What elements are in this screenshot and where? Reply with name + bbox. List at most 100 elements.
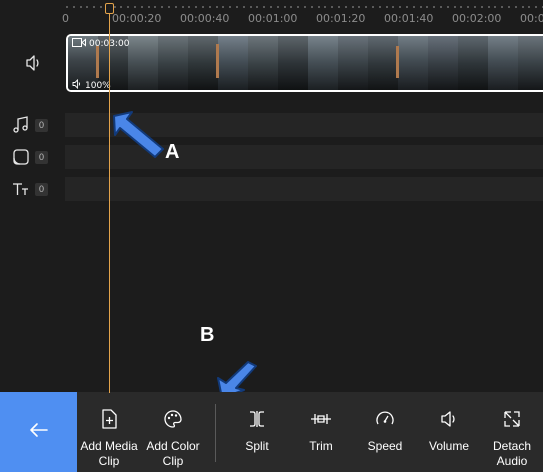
ruler-dot [433,6,435,8]
ruler-dot [379,6,381,8]
ruler-label: 00:02:00 [452,12,502,25]
ruler-dot [488,6,490,8]
ruler-dot [474,6,476,8]
text-icon [11,179,31,199]
ruler-dot [318,6,320,8]
ruler-dot [270,6,272,8]
video-icon [72,38,86,50]
sticker-track-count: 0 [35,151,48,164]
split-label: Split [245,439,269,453]
ruler-dot [522,6,524,8]
ruler-dot [222,6,224,8]
ruler-dot [392,6,394,8]
ruler-dot [100,6,102,8]
ruler-dot [256,6,258,8]
annotation-label-b: B [200,324,215,346]
trim-icon [309,392,333,435]
ruler-dot [515,6,517,8]
playhead-line[interactable] [109,8,110,393]
ruler-dot [148,6,150,8]
ruler-dot [195,6,197,8]
ruler-dot [494,6,496,8]
split-icon [246,392,268,435]
ruler-dot [386,6,388,8]
speaker-icon [438,392,460,435]
ruler-dot [331,6,333,8]
ruler-dot [535,6,537,8]
ruler-dot [80,6,82,8]
ruler-dot [365,6,367,8]
trim-button[interactable]: Trim [289,392,353,472]
ruler-dot [352,6,354,8]
ruler-dot [304,6,306,8]
ruler-dot [236,6,238,8]
ruler-dot [182,6,184,8]
video-clip[interactable]: 00:03:00 100% [66,34,543,92]
clip-duration: 00:03:00 [72,38,129,50]
ruler-dot [66,6,68,8]
volume-button[interactable]: Volume [417,392,481,472]
ruler-label: 00:01:20 [316,12,366,25]
ruler-dot [141,6,143,8]
speed-label: Speed [367,439,403,453]
speed-button[interactable]: Speed [353,392,417,472]
arrow-left-icon [27,418,51,447]
ruler-dot [229,6,231,8]
ruler-dot [134,6,136,8]
ruler-dot [114,6,116,8]
ruler-dot [467,6,469,8]
detach-audio-button[interactable]: Detach Audio [481,392,543,472]
ruler-dot [297,6,299,8]
add-file-icon [99,392,119,435]
ruler-dot [372,6,374,8]
toolbar-divider [215,404,216,462]
ruler-dot [447,6,449,8]
ruler-dot [243,6,245,8]
ruler-dot [127,6,129,8]
ruler-dot [406,6,408,8]
ruler-dot [481,6,483,8]
annotation-label-a: A [165,141,180,163]
ruler-label: 00:00:40 [180,12,230,25]
ruler-dot [311,6,313,8]
ruler-dot [188,6,190,8]
volume-label: Volume [428,439,470,453]
ruler-dot [460,6,462,8]
ruler-dot [263,6,265,8]
back-button[interactable] [0,392,77,472]
timeline-ruler[interactable]: 0 00:00:20 00:00:40 00:01:00 00:01:20 00… [0,0,543,30]
ruler-dot [86,6,88,8]
detach-icon [501,392,523,435]
ruler-dot [120,6,122,8]
playhead-handle[interactable] [105,3,114,14]
speaker-icon[interactable] [24,53,44,73]
ruler-dot [290,6,292,8]
ruler-dot [528,6,530,8]
ruler-label: 0 [62,12,69,25]
ruler-dot [202,6,204,8]
ruler-dot [501,6,503,8]
ruler-dot [161,6,163,8]
add-color-clip-button[interactable]: Add Color Clip [141,392,205,472]
ruler-dot [345,6,347,8]
ruler-dot [440,6,442,8]
split-button[interactable]: Split [225,392,289,472]
add-media-clip-button[interactable]: Add Media Clip [77,392,141,472]
ruler-dot [284,6,286,8]
text-track-lane[interactable] [65,177,543,201]
ruler-dot [420,6,422,8]
add-color-clip-label: Add Color Clip [146,439,200,468]
ruler-label: 00:01:00 [248,12,298,25]
ruler-label: 00:00:20 [112,12,162,25]
ruler-dot [413,6,415,8]
sticker-icon [11,147,31,167]
ruler-dot [216,6,218,8]
ruler-dot [454,6,456,8]
speedometer-icon [374,392,396,435]
ruler-dot [93,6,95,8]
ruler-dot [508,6,510,8]
palette-icon [162,392,184,435]
ruler-label: 00:01:40 [384,12,434,25]
clip-volume: 100% [72,78,111,90]
text-track-count: 0 [35,183,48,196]
